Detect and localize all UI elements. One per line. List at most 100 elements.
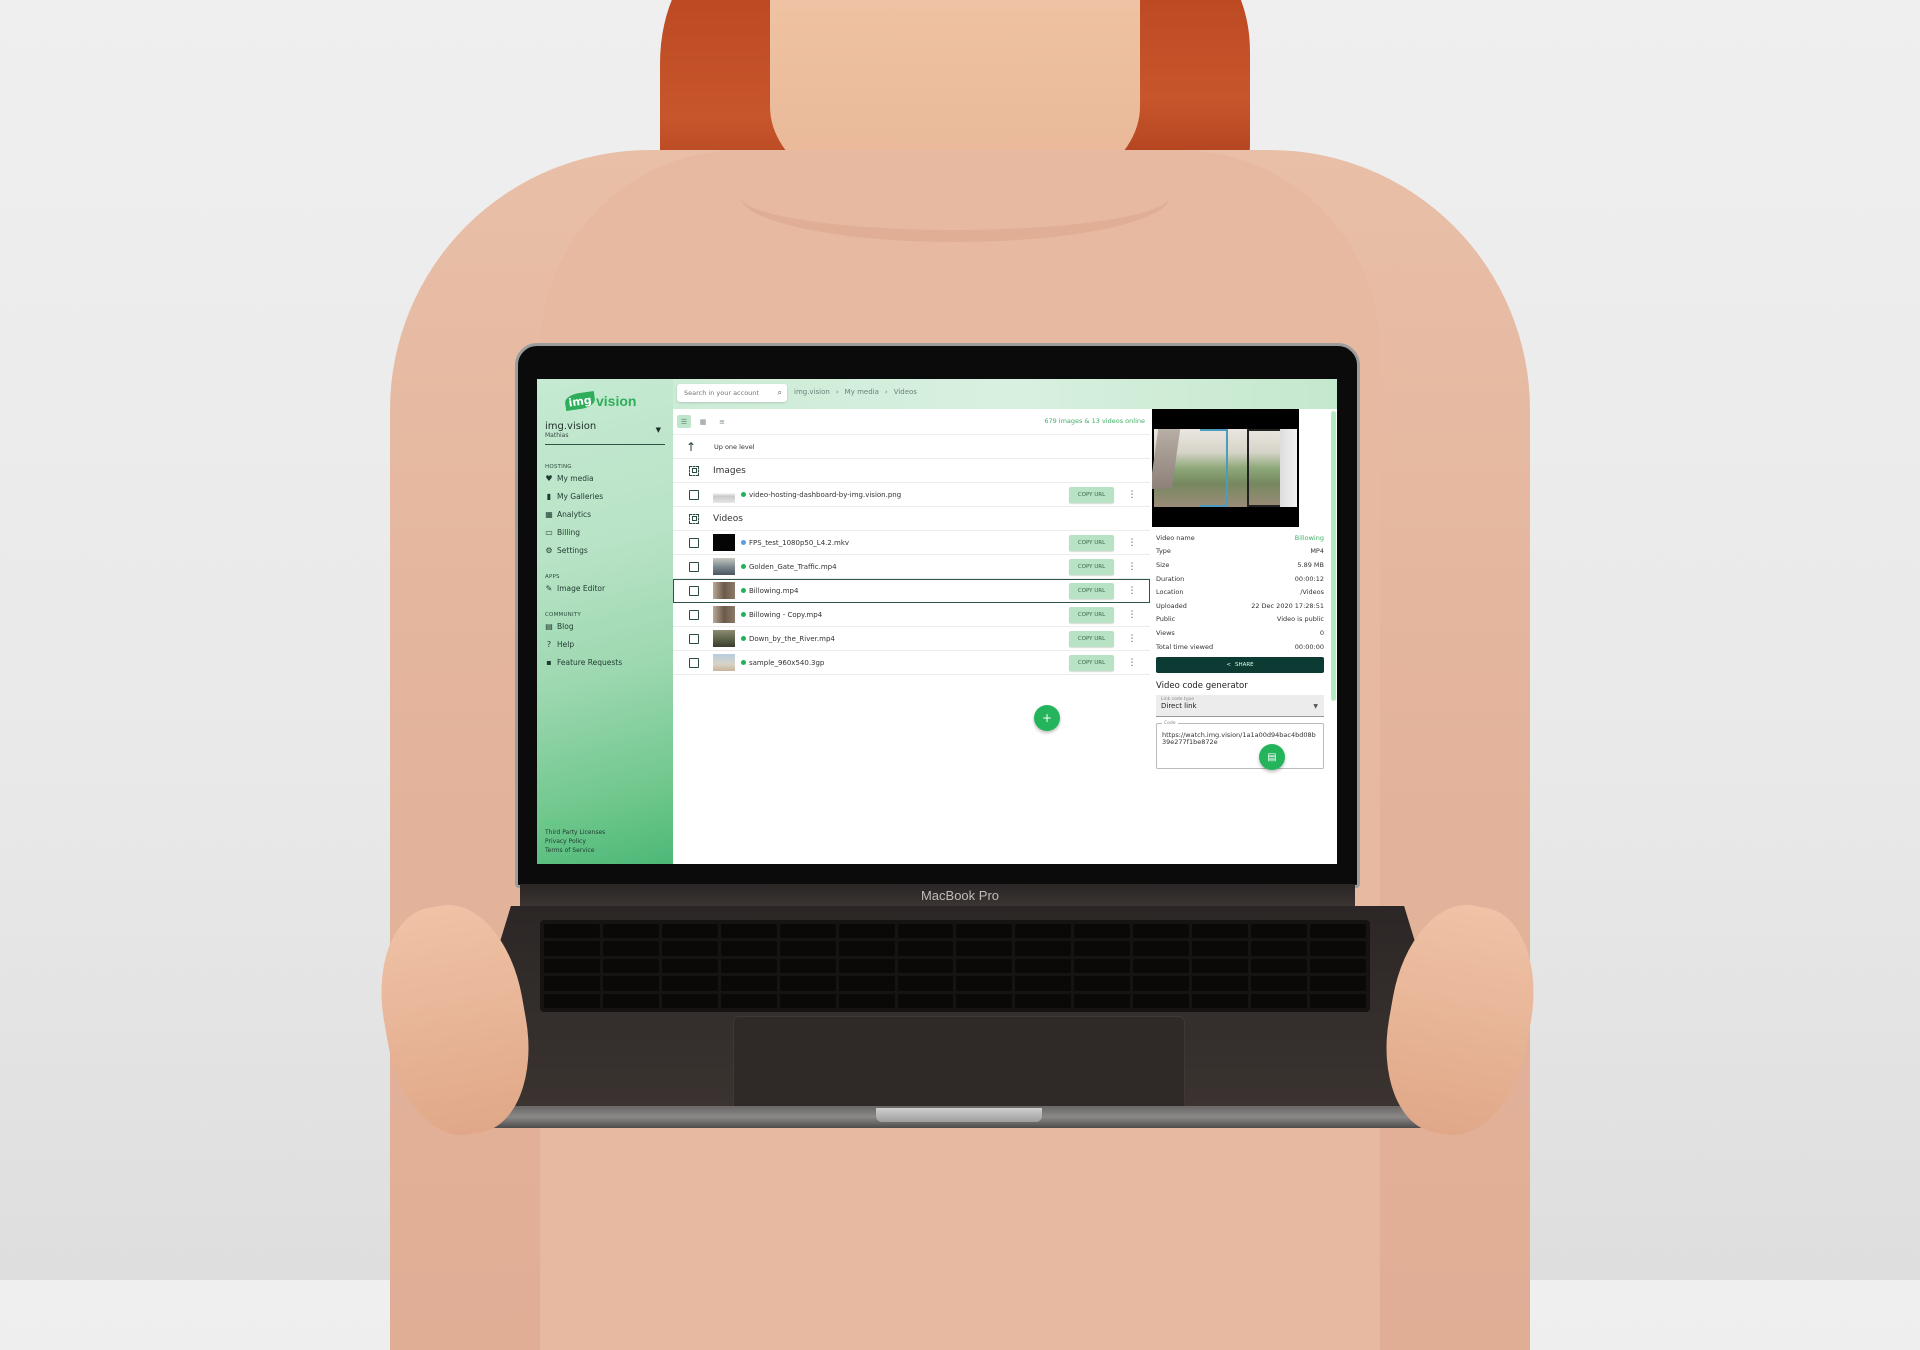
detail-label: Duration — [1156, 574, 1185, 583]
copy-url-button[interactable]: COPY URL — [1069, 630, 1114, 647]
row-checkbox[interactable] — [689, 561, 699, 572]
row-checkbox[interactable] — [689, 537, 699, 548]
grid-view-icon[interactable]: ▦ — [696, 415, 710, 428]
media-row[interactable]: Golden_Gate_Traffic.mp4 COPY URL ⋮ — [673, 555, 1150, 579]
admin-link[interactable]: Admin — [545, 819, 605, 828]
search-input[interactable] — [682, 388, 766, 398]
row-checkbox[interactable] — [689, 609, 699, 620]
list-view-icon[interactable]: ☰ — [677, 415, 691, 428]
code-field[interactable]: Code https://watch.img.vision/1a1a00d94b… — [1156, 720, 1324, 770]
galleries-icon: ▮ — [546, 492, 552, 501]
keyboard-key — [897, 958, 954, 974]
detail-value: Video is public — [1276, 615, 1324, 624]
add-button[interactable]: + — [1034, 705, 1060, 731]
sidebar-item-label: Billing — [557, 528, 580, 537]
arrow-up-icon: ↑ — [686, 439, 697, 454]
up-one-level[interactable]: ↑ Up one level — [673, 435, 1150, 459]
row-checkbox[interactable] — [689, 633, 699, 644]
account-user: Mathias — [545, 432, 569, 439]
media-row[interactable]: Billowing - Copy.mp4 COPY URL ⋮ — [673, 603, 1150, 627]
video-preview[interactable] — [1152, 409, 1299, 527]
detail-value: Billowing — [1294, 533, 1324, 542]
breadcrumb-item[interactable]: My media — [845, 388, 879, 396]
sidebar-item-blog[interactable]: ▤ Blog — [545, 622, 573, 631]
laptop-brand-label: MacBook Pro — [920, 888, 1000, 903]
sidebar-item-label: Settings — [557, 546, 588, 555]
app-logo[interactable]: img vision — [564, 390, 636, 412]
copy-url-button[interactable]: COPY URL — [1069, 534, 1114, 551]
chat-icon: ▤ — [1267, 751, 1277, 763]
chevron-right-icon: › — [884, 388, 888, 396]
more-vert-icon[interactable]: ⋮ — [1126, 658, 1138, 668]
group-header-videos: Videos — [673, 507, 1150, 531]
sidebar-item-analytics[interactable]: ▦ Analytics — [545, 510, 591, 519]
more-vert-icon[interactable]: ⋮ — [1126, 586, 1138, 596]
status-dot — [741, 492, 746, 497]
keyboard-key — [544, 941, 600, 956]
scrollbar-thumb[interactable] — [1331, 411, 1336, 701]
sidebar-item-my-media[interactable]: ♥ My media — [545, 474, 593, 483]
detail-row: Uploaded 22 Dec 2020 17:28:51 — [1156, 599, 1324, 613]
account-switcher[interactable]: img.vision Mathias ▼ — [545, 421, 665, 445]
sidebar-item-settings[interactable]: ⚙ Settings — [545, 546, 588, 555]
detail-label: Type — [1156, 547, 1171, 556]
media-thumbnail — [713, 630, 735, 647]
sidebar-item-feature-requests[interactable]: ▪ Feature Requests — [545, 658, 622, 667]
keyboard-key — [1133, 941, 1190, 956]
link-code-type-select[interactable]: Link code type Direct link ▼ — [1156, 695, 1324, 718]
row-checkbox[interactable] — [689, 585, 699, 596]
terms-of-service-link[interactable]: Terms of Service — [545, 846, 605, 855]
keyboard-key — [1251, 993, 1308, 1008]
breadcrumb-item[interactable]: Videos — [894, 388, 917, 396]
keyboard-key — [720, 976, 777, 991]
media-row[interactable]: sample_960x540.3gp COPY URL ⋮ — [673, 651, 1150, 675]
keyboard-key — [1074, 958, 1131, 974]
more-vert-icon[interactable]: ⋮ — [1126, 562, 1138, 572]
keyboard-key — [1192, 993, 1249, 1008]
keyboard-key — [1192, 976, 1249, 991]
row-checkbox[interactable] — [689, 489, 699, 500]
privacy-policy-link[interactable]: Privacy Policy — [545, 837, 605, 846]
details-scrollbar[interactable] — [1330, 409, 1337, 864]
copy-url-button[interactable]: COPY URL — [1069, 486, 1114, 503]
media-row[interactable]: Down_by_the_River.mp4 COPY URL ⋮ — [673, 627, 1150, 651]
sort-icon[interactable]: ≡ — [715, 415, 729, 428]
share-icon: < — [1226, 662, 1231, 669]
sidebar-item-my-galleries[interactable]: ▮ My Galleries — [545, 492, 603, 501]
sidebar-item-help[interactable]: ? Help — [545, 640, 574, 649]
keyboard-key — [661, 941, 718, 956]
group-title: Images — [713, 465, 746, 476]
detail-row: Public Video is public — [1156, 613, 1324, 627]
select-group-icon[interactable] — [689, 513, 699, 524]
search-icon[interactable]: ⌕ — [778, 388, 782, 398]
chat-button[interactable]: ▤ — [1259, 744, 1285, 770]
more-vert-icon[interactable]: ⋮ — [1126, 490, 1138, 500]
copy-url-button[interactable]: COPY URL — [1069, 582, 1114, 599]
media-row[interactable]: video-hosting-dashboard-by-img.vision.pn… — [673, 483, 1150, 507]
more-vert-icon[interactable]: ⋮ — [1126, 538, 1138, 548]
copy-url-button[interactable]: COPY URL — [1069, 606, 1114, 623]
keyboard-key — [897, 924, 954, 939]
row-checkbox[interactable] — [689, 657, 699, 668]
third-party-licenses-link[interactable]: Third Party Licenses — [545, 828, 605, 837]
sidebar-footer: Admin Third Party Licenses Privacy Polic… — [545, 819, 605, 855]
media-thumbnail — [713, 654, 735, 671]
media-row[interactable]: Billowing.mp4 COPY URL ⋮ — [673, 579, 1150, 603]
copy-url-button[interactable]: COPY URL — [1069, 558, 1114, 575]
more-vert-icon[interactable]: ⋮ — [1126, 610, 1138, 620]
sidebar-item-billing[interactable]: ▭ Billing — [545, 528, 580, 537]
sidebar-item-image-editor[interactable]: ✎ Image Editor — [545, 584, 605, 593]
laptop-screen: img vision img.vision Mathias ▼ HOSTING … — [537, 379, 1337, 864]
media-thumbnail — [713, 486, 735, 503]
logo-mark: img — [564, 390, 596, 412]
media-row[interactable]: FPS_test_1080p50_L4.2.mkv COPY URL ⋮ — [673, 531, 1150, 555]
select-group-icon[interactable] — [689, 465, 699, 476]
share-button[interactable]: < SHARE — [1156, 657, 1324, 674]
brush-icon: ✎ — [545, 584, 553, 593]
keyboard-key — [602, 958, 659, 974]
keyboard-key — [602, 924, 659, 939]
detail-value: /Videos — [1300, 588, 1324, 597]
breadcrumb-item[interactable]: img.vision — [794, 388, 830, 396]
more-vert-icon[interactable]: ⋮ — [1126, 634, 1138, 644]
copy-url-button[interactable]: COPY URL — [1069, 654, 1114, 671]
